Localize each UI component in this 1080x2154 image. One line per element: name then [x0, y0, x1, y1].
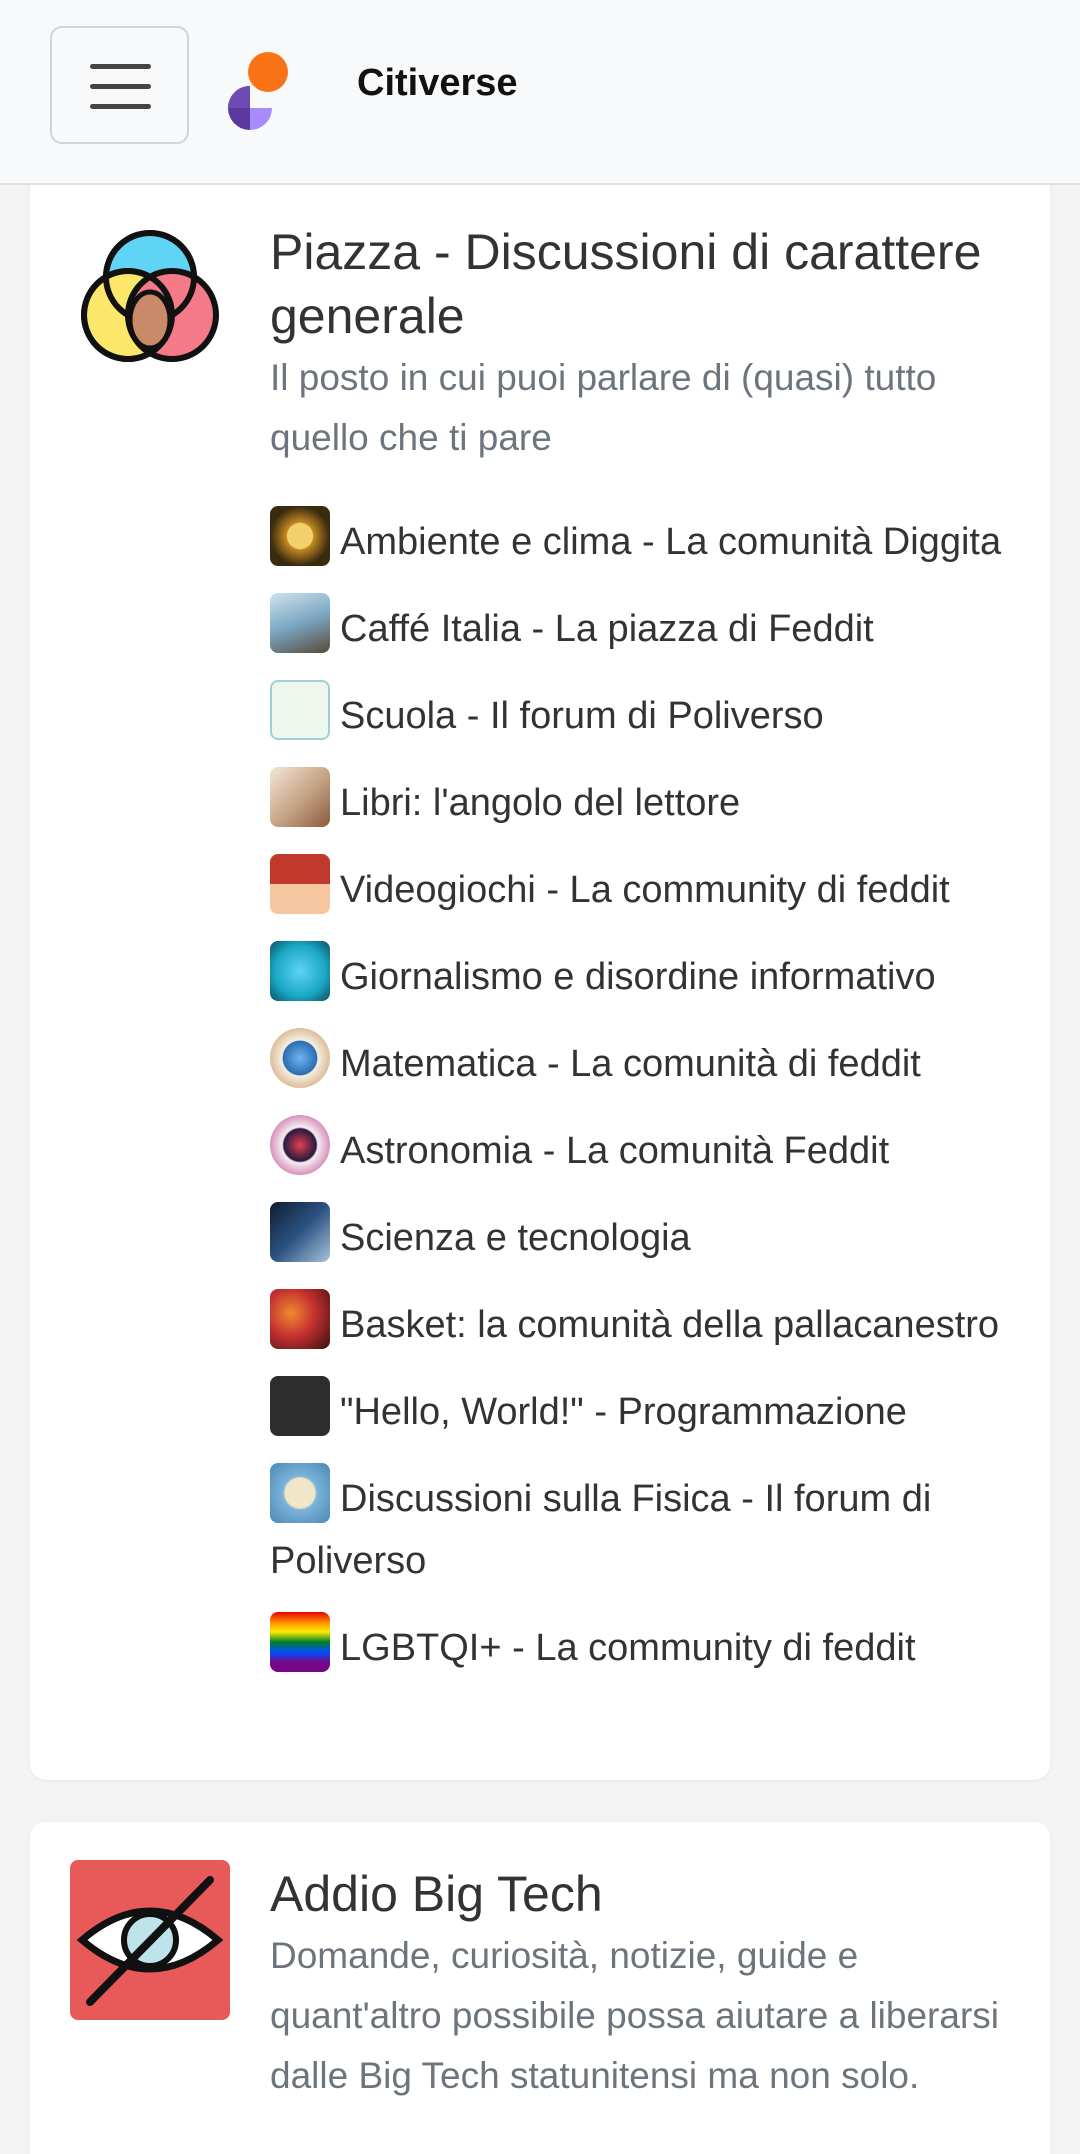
subcategory-item[interactable]: LGBTQI+ - La community di feddit [270, 1612, 1010, 1679]
subcategory-item[interactable]: Giornalismo e disordine informativo [270, 941, 1010, 1008]
subcategory-item[interactable]: Basket: la comunità della pallacanestro [270, 1289, 1010, 1356]
physics-badge-icon [270, 1463, 330, 1523]
pride-flag-icon [270, 1612, 330, 1672]
menu-line [90, 64, 151, 69]
citiverse-logo-icon[interactable] [210, 48, 294, 132]
pi-badge-icon [270, 1028, 330, 1088]
subcategory-item[interactable]: Ambiente e clima - La comunità Diggita [270, 506, 1010, 573]
category-title[interactable]: Addio Big Tech [270, 1862, 1010, 1926]
menu-line [90, 104, 151, 109]
subcategory-label[interactable]: Discussioni sulla Fisica - Il forum di P… [270, 1478, 931, 1582]
subcategory-label[interactable]: Astronomia - La comunità Feddit [340, 1130, 889, 1172]
category-body: Piazza - Discussioni di carattere genera… [270, 220, 1010, 1699]
subcategory-label[interactable]: Scuola - Il forum di Poliverso [340, 695, 824, 737]
brand-name[interactable]: Citiverse [357, 62, 518, 105]
top-navbar: Citiverse [0, 0, 1080, 185]
subcategory-label[interactable]: "Hello, World!" - Programmazione [340, 1391, 907, 1433]
subcategory-item[interactable]: Astronomia - La comunità Feddit [270, 1115, 1010, 1182]
category-body: Addio Big Tech Domande, curiosità, notiz… [270, 1862, 1010, 2106]
subcategory-item[interactable]: Matematica - La comunità di feddit [270, 1028, 1010, 1095]
climate-justice-icon [270, 506, 330, 566]
subcategory-item[interactable]: Caffé Italia - La piazza di Feddit [270, 593, 1010, 660]
subcategory-label[interactable]: Caffé Italia - La piazza di Feddit [340, 608, 874, 650]
subcategory-label[interactable]: Ambiente e clima - La comunità Diggita [340, 521, 1001, 563]
subcategory-item[interactable]: Scuola - Il forum di Poliverso [270, 680, 1010, 747]
eye-slash-icon[interactable] [70, 1860, 230, 2020]
subcategory-item[interactable]: Discussioni sulla Fisica - Il forum di P… [270, 1463, 1010, 1592]
mushroom-icon [270, 854, 330, 914]
category-description: Domande, curiosità, notizie, guide e qua… [270, 1935, 999, 2096]
subcategory-label[interactable]: Scienza e tecnologia [340, 1217, 691, 1259]
hands-globe-icon [270, 941, 330, 1001]
subcategory-label[interactable]: Giornalismo e disordine informativo [340, 956, 936, 998]
category-card: Piazza - Discussioni di carattere genera… [30, 150, 1050, 1780]
astronomy-badge-icon [270, 1115, 330, 1175]
category-title[interactable]: Piazza - Discussioni di carattere genera… [270, 220, 1010, 348]
hamburger-menu-button[interactable] [50, 26, 189, 144]
subcategory-label[interactable]: Basket: la comunità della pallacanestro [340, 1304, 999, 1346]
book-icon [270, 767, 330, 827]
subcategory-item[interactable]: "Hello, World!" - Programmazione [270, 1376, 1010, 1443]
subcategory-label[interactable]: Matematica - La comunità di feddit [340, 1043, 921, 1085]
menu-line [90, 84, 151, 89]
venn-diagram-icon[interactable] [70, 220, 230, 380]
subcategory-item[interactable]: Scienza e tecnologia [270, 1202, 1010, 1269]
terminal-icon [270, 1376, 330, 1436]
subcategory-label[interactable]: Libri: l'angolo del lettore [340, 782, 740, 824]
subcategory-label[interactable]: Videogiochi - La community di feddit [340, 869, 950, 911]
scuola-logo-icon [270, 680, 330, 740]
subcategory-list: Ambiente e clima - La comunità Diggita C… [270, 506, 1010, 1679]
subcategory-label[interactable]: LGBTQI+ - La community di feddit [340, 1627, 916, 1669]
subcategory-item[interactable]: Videogiochi - La community di feddit [270, 854, 1010, 921]
microscope-icon [270, 1202, 330, 1262]
cafe-photo-icon [270, 593, 330, 653]
subcategory-item[interactable]: Libri: l'angolo del lettore [270, 767, 1010, 834]
category-description: Il posto in cui puoi parlare di (quasi) … [270, 357, 937, 458]
basketball-icon [270, 1289, 330, 1349]
category-card: Addio Big Tech Domande, curiosità, notiz… [30, 1822, 1050, 2154]
